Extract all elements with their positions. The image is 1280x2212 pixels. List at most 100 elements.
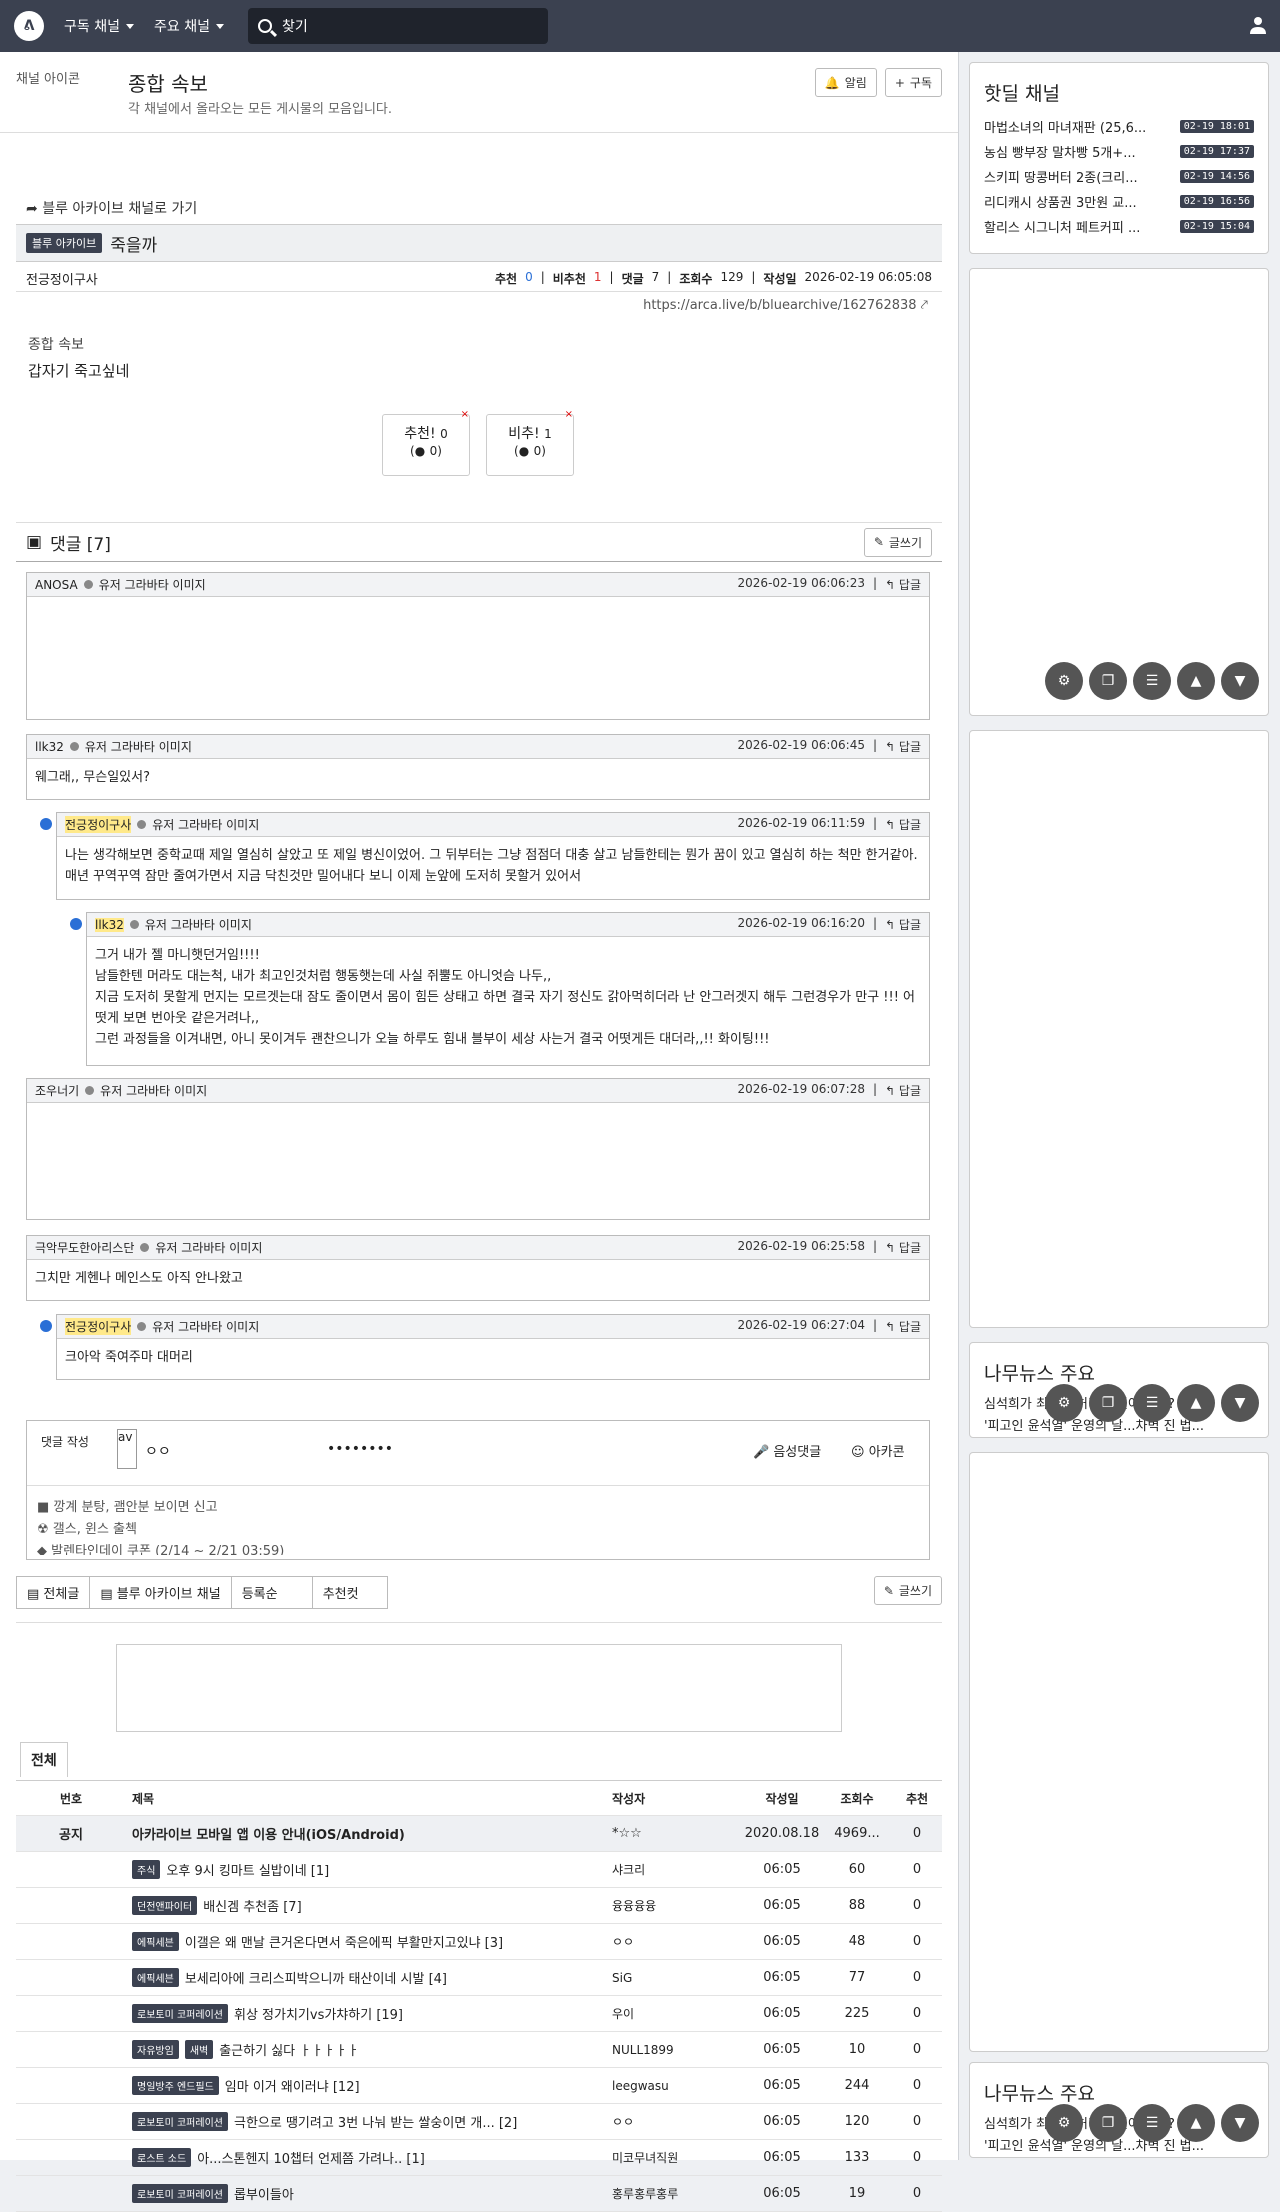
row-title[interactable]: 보세리아에 크리스피박으니까 태산이네 시발 [4] bbox=[185, 1968, 447, 1987]
list-icon[interactable]: ☰ bbox=[1133, 2104, 1171, 2142]
category-badge[interactable]: 주식 bbox=[132, 1860, 161, 1879]
table-row[interactable]: 에픽세븐 이갤은 왜 맨날 큰거온다면서 죽은에픽 부활만지고있냐 [3] ㅇㅇ … bbox=[16, 1924, 942, 1960]
name-field[interactable]: ㅇㅇ bbox=[145, 1441, 171, 1461]
search-input[interactable]: 찾기 bbox=[247, 8, 548, 44]
list-icon[interactable]: ☰ bbox=[1133, 662, 1171, 700]
row-author[interactable]: NULL1899 bbox=[612, 2043, 742, 2057]
reply-button[interactable]: ↰ 답글 bbox=[885, 916, 921, 933]
row-title[interactable]: 롭부이들아 bbox=[234, 2184, 294, 2203]
copy-icon[interactable]: ❐ bbox=[1089, 1384, 1127, 1422]
comment-author[interactable]: 극악무도한아리스단 bbox=[35, 1239, 134, 1256]
hotdeal-item[interactable]: 농심 빵부장 말차빵 5개+... 02-19 17:37 bbox=[970, 139, 1268, 164]
category-badge[interactable]: 로보토미 코퍼레이션 bbox=[132, 2184, 228, 2203]
hotdeal-title[interactable]: 핫딜 채널 bbox=[970, 63, 1268, 114]
table-row[interactable]: 자유방임 새벽 출근하기 싫다 ㅏㅏㅏㅏㅏ NULL1899 06:05 10 0 bbox=[16, 2032, 942, 2068]
arcacon-button[interactable]: ☺ 아카콘 bbox=[851, 1441, 905, 1460]
tab-recommended[interactable]: 추천컷 bbox=[311, 1576, 388, 1609]
row-author[interactable]: 융융융융 bbox=[612, 1897, 742, 1914]
tab-order[interactable]: 등록순 bbox=[230, 1576, 313, 1609]
hotdeal-item[interactable]: 마법소녀의 마녀재판 (25,6... 02-19 18:01 bbox=[970, 114, 1268, 139]
notice-row[interactable]: 공지 아카라이브 모바일 앱 이용 안내(iOS/Android) *☆☆ 20… bbox=[16, 1816, 942, 1852]
copy-icon[interactable]: ❐ bbox=[1089, 662, 1127, 700]
voice-comment-button[interactable]: 🎤 음성댓글 bbox=[753, 1441, 821, 1460]
ad-slot[interactable] bbox=[969, 1452, 1269, 2052]
table-row[interactable]: 로보토미 코퍼레이션 극한으로 땡기려고 3번 나눠 받는 쌀숭이면 개... [… bbox=[16, 2104, 942, 2140]
category-badge[interactable]: 명일방주 엔드필드 bbox=[132, 2076, 219, 2095]
site-logo-icon[interactable]: ᕕ bbox=[14, 11, 44, 41]
row-title[interactable]: 휘상 정가치기vs가챠하기 [19] bbox=[234, 2004, 403, 2023]
write-post-button[interactable]: ✎ 글쓰기 bbox=[873, 1576, 942, 1605]
category-badge[interactable]: 에픽세븐 bbox=[132, 1932, 179, 1951]
category-badge[interactable]: 자유방임 bbox=[132, 2040, 179, 2059]
row-author[interactable]: ㅇㅇ bbox=[612, 1933, 742, 1950]
chevron-down-icon[interactable]: ▼ bbox=[1221, 1384, 1259, 1422]
post-url-link[interactable]: https://arca.live/b/bluearchive/16276283… bbox=[643, 298, 928, 313]
reply-button[interactable]: ↰ 답글 bbox=[885, 738, 921, 755]
list-icon[interactable]: ☰ bbox=[1133, 1384, 1171, 1422]
main-channels-menu[interactable]: 주요 채널 bbox=[154, 16, 224, 36]
reply-button[interactable]: ↰ 답글 bbox=[885, 1082, 921, 1099]
chevron-up-icon[interactable]: ▲ bbox=[1177, 1384, 1215, 1422]
category-badge[interactable]: 로보토미 코퍼레이션 bbox=[132, 2112, 228, 2131]
row-title[interactable]: 출근하기 싫다 ㅏㅏㅏㅏㅏ bbox=[219, 2040, 359, 2059]
subscribed-channels-menu[interactable]: 구독 채널 bbox=[64, 16, 134, 36]
table-row[interactable]: 에픽세븐 보세리아에 크리스피박으니까 태산이네 시발 [4] SiG 06:05… bbox=[16, 1960, 942, 1996]
row-author[interactable]: 우이 bbox=[612, 2005, 742, 2022]
chevron-down-icon[interactable]: ▼ bbox=[1221, 2104, 1259, 2142]
reply-button[interactable]: ↰ 답글 bbox=[885, 1239, 921, 1256]
comment-author[interactable]: 전긍정이구사 bbox=[65, 816, 132, 833]
category-badge[interactable]: 로스트 소드 bbox=[132, 2148, 192, 2167]
comment-author[interactable]: ANOSA bbox=[35, 578, 78, 592]
category-badge[interactable]: 에픽세븐 bbox=[132, 1968, 179, 1987]
notify-button[interactable]: 🔔 알림 bbox=[814, 68, 877, 97]
table-row[interactable]: 명일방주 엔드필드 임마 이거 왜이러냐 [12] leegwasu 06:05 … bbox=[16, 2068, 942, 2104]
ad-banner[interactable] bbox=[116, 1644, 842, 1732]
chevron-down-icon[interactable]: ▼ bbox=[1221, 662, 1259, 700]
comment-author[interactable]: 조우너기 bbox=[35, 1082, 79, 1099]
channel-title[interactable]: 종합 속보 bbox=[128, 68, 208, 97]
copy-icon[interactable]: ❐ bbox=[1089, 2104, 1127, 2142]
chevron-up-icon[interactable]: ▲ bbox=[1177, 2104, 1215, 2142]
table-row[interactable]: 던전앤파이터 배신겜 추천좀 [7] 융융융융 06:05 88 0 bbox=[16, 1888, 942, 1924]
chevron-up-icon[interactable]: ▲ bbox=[1177, 662, 1215, 700]
vote-up-button[interactable]: × 추천! 0 (● 0) bbox=[382, 409, 470, 476]
comment-author[interactable]: llk32 bbox=[35, 740, 64, 754]
comment-author[interactable]: 전긍정이구사 bbox=[65, 1318, 132, 1335]
hotdeal-item[interactable]: 스키피 땅콩버터 2종(크리... 02-19 14:56 bbox=[970, 164, 1268, 189]
row-author[interactable]: 홍루홍루홍루 bbox=[612, 2185, 742, 2202]
hotdeal-item[interactable]: 할리스 시그니처 페트커피 ... 02-19 15:04 bbox=[970, 214, 1268, 239]
subscribe-button[interactable]: + 구독 bbox=[884, 68, 942, 97]
row-title[interactable]: 극한으로 땡기려고 3번 나눠 받는 쌀숭이면 개... [2] bbox=[234, 2112, 517, 2131]
category-badge[interactable]: 새벽 bbox=[184, 2040, 214, 2059]
row-author[interactable]: ㅇㅇ bbox=[612, 2113, 742, 2130]
gear-icon[interactable]: ⚙ bbox=[1045, 2104, 1083, 2142]
table-row[interactable]: 로스트 소드 아...스톤헨지 10챕터 언제쯤 가려나.. [1] 미코무녀직원… bbox=[16, 2140, 942, 2176]
comment-author[interactable]: llk32 bbox=[95, 917, 124, 932]
reply-button[interactable]: ↰ 답글 bbox=[885, 576, 921, 593]
tab-all-posts[interactable]: ▤ 전체글 bbox=[16, 1576, 91, 1609]
row-author[interactable]: 샤크리 bbox=[612, 1861, 742, 1878]
row-author[interactable]: leegwasu bbox=[612, 2079, 742, 2093]
tab-all[interactable]: 전체 bbox=[20, 1742, 68, 1777]
row-title[interactable]: 임마 이거 왜이러냐 [12] bbox=[225, 2076, 360, 2095]
ad-slot[interactable] bbox=[969, 730, 1269, 1328]
category-badge[interactable]: 던전앤파이터 bbox=[132, 1896, 198, 1915]
row-title[interactable]: 배신겜 추천좀 [7] bbox=[203, 1896, 301, 1915]
back-to-channel-link[interactable]: ➦ 블루 아카이브 채널로 가기 bbox=[26, 198, 197, 218]
share-icon[interactable]: ⤤ bbox=[921, 298, 928, 313]
row-author[interactable]: SiG bbox=[612, 1971, 742, 1985]
user-icon[interactable] bbox=[1250, 16, 1266, 34]
ad-slot[interactable] bbox=[969, 268, 1269, 716]
category-badge[interactable]: 로보토미 코퍼레이션 bbox=[132, 2004, 228, 2023]
write-comment-button[interactable]: ✎ 글쓰기 bbox=[863, 527, 932, 557]
category-badge[interactable]: 블루 아카이브 bbox=[26, 233, 103, 253]
post-author[interactable]: 전긍정이구사 bbox=[26, 269, 98, 288]
gear-icon[interactable]: ⚙ bbox=[1045, 1384, 1083, 1422]
vote-down-button[interactable]: × 비추! 1 (● 0) bbox=[486, 409, 574, 476]
row-title[interactable]: 이갤은 왜 맨날 큰거온다면서 죽은에픽 부활만지고있냐 [3] bbox=[185, 1932, 503, 1951]
hotdeal-item[interactable]: 리디캐시 상품권 3만원 교... 02-19 16:56 bbox=[970, 189, 1268, 214]
reply-button[interactable]: ↰ 답글 bbox=[885, 1318, 921, 1335]
table-row[interactable]: 로보토미 코퍼레이션 롭부이들아 홍루홍루홍루 06:05 19 0 bbox=[16, 2176, 942, 2212]
gear-icon[interactable]: ⚙ bbox=[1045, 662, 1083, 700]
password-field[interactable]: •••••••• bbox=[327, 1441, 393, 1457]
